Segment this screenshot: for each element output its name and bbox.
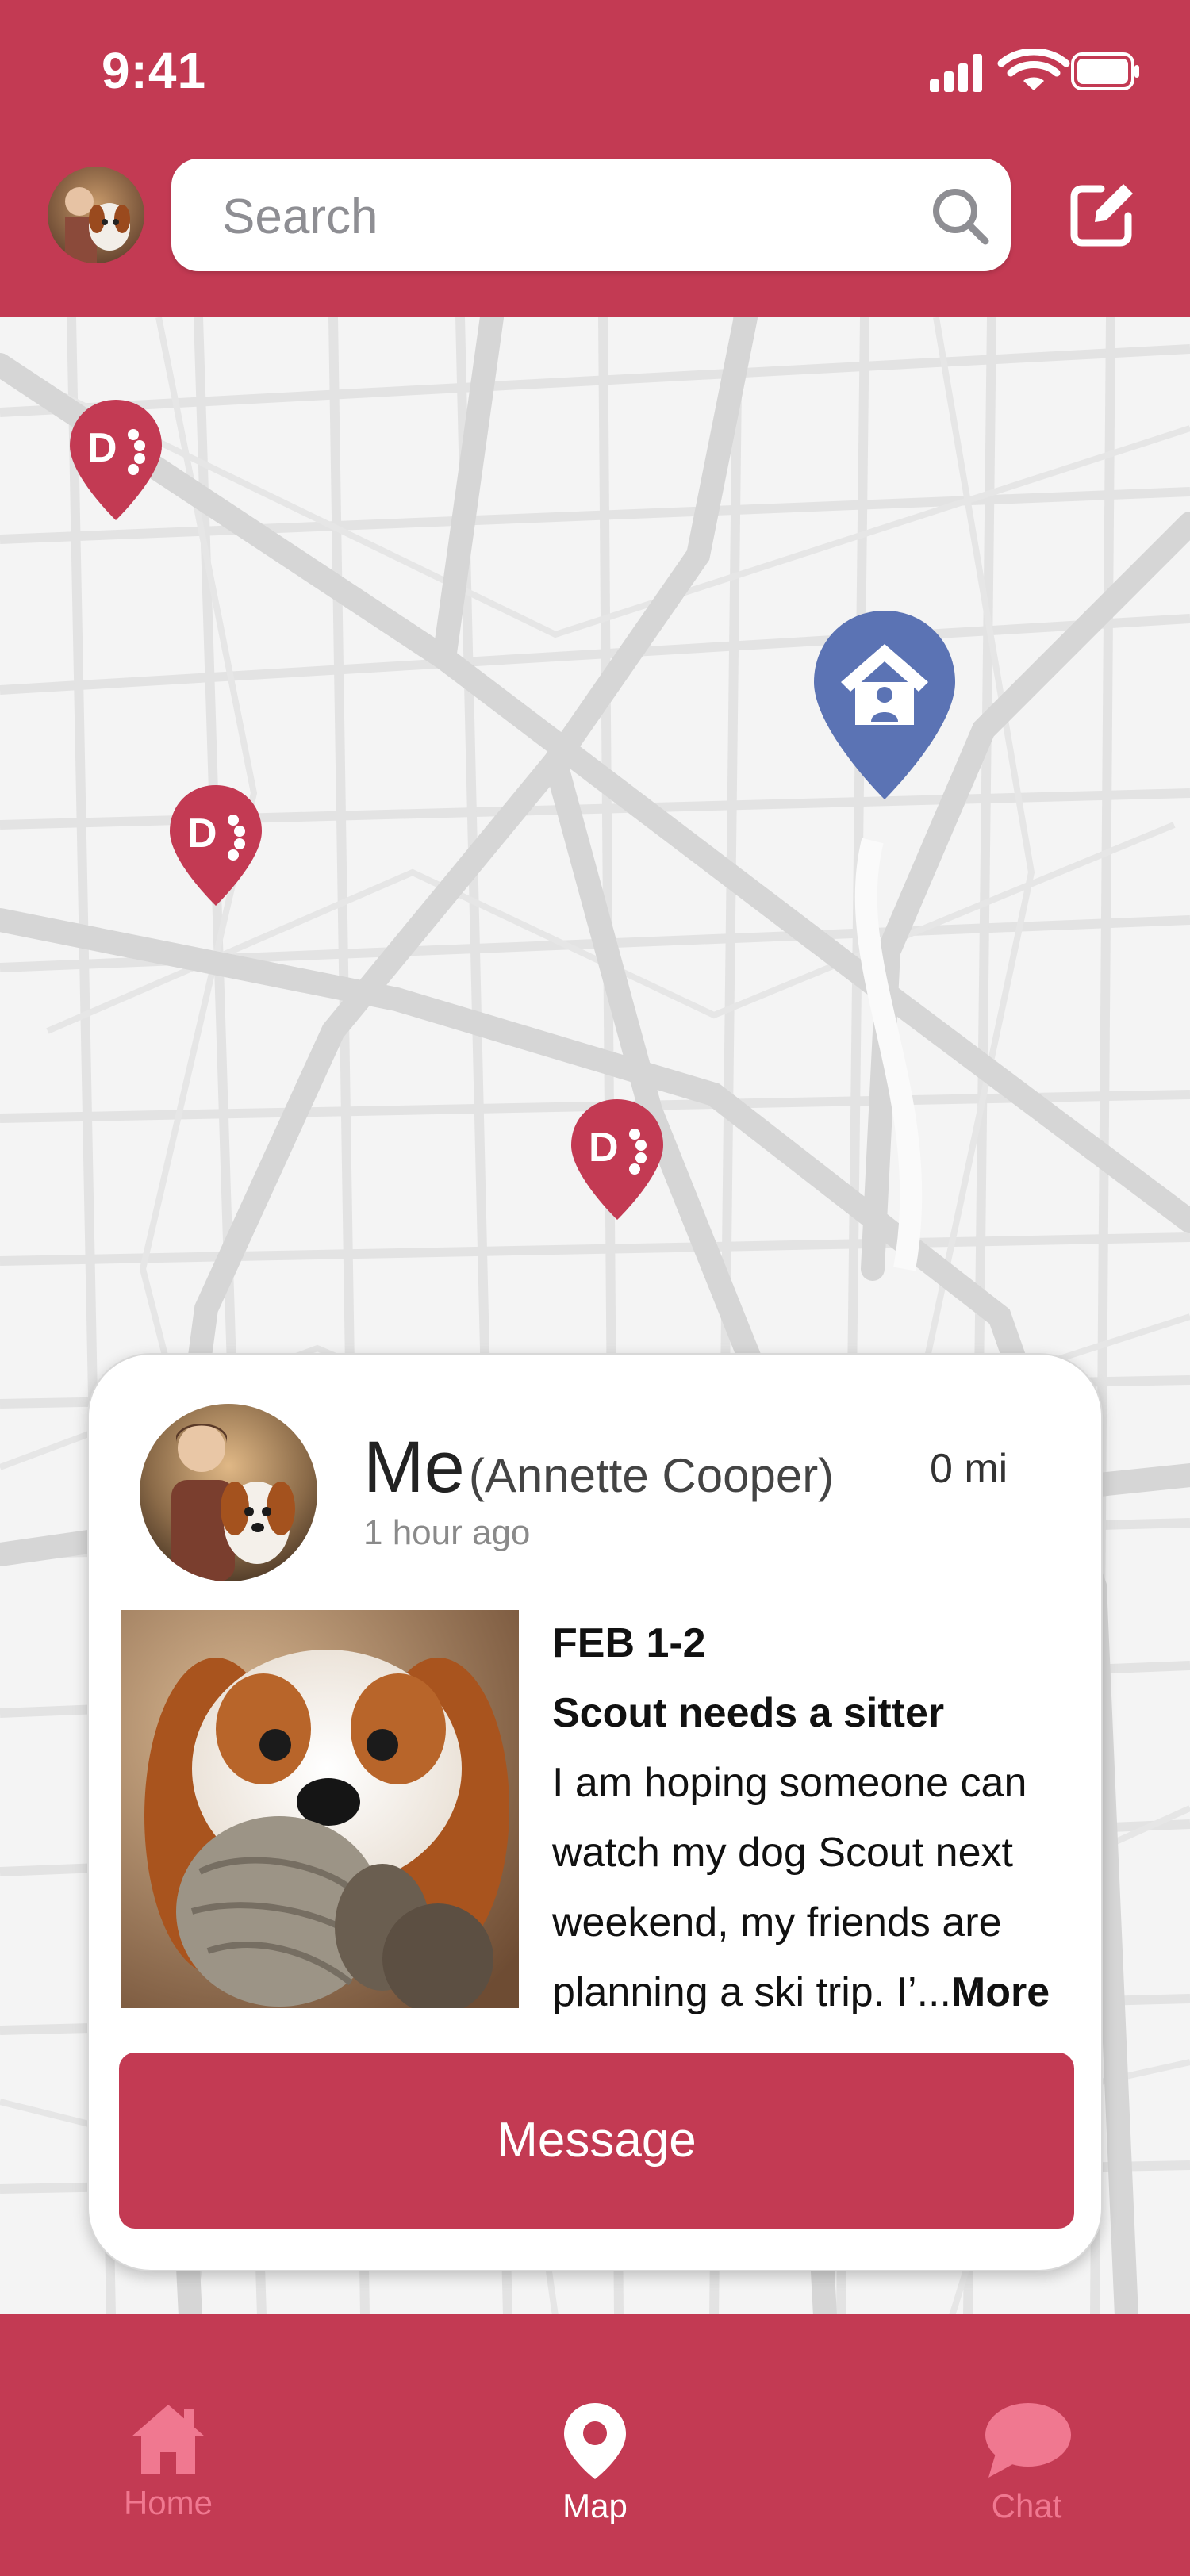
- compose-icon[interactable]: [1066, 179, 1138, 251]
- post-title: Scout needs a sitter: [552, 1690, 945, 1736]
- post-date: FEB 1-2: [552, 1620, 706, 1666]
- tab-chat[interactable]: Chat: [923, 2402, 1130, 2544]
- poster-name: Me: [363, 1427, 465, 1508]
- search-placeholder: Search: [222, 190, 378, 244]
- tab-bar: Home Map Chat: [0, 2314, 1190, 2576]
- map-pin-icon: [564, 2403, 626, 2479]
- top-bar: 9:41 Search: [0, 0, 1190, 317]
- dog-photo[interactable]: [121, 1610, 519, 2008]
- user-avatar[interactable]: [48, 167, 144, 263]
- poster-name-row: Me (Annette Cooper): [363, 1426, 834, 1509]
- dog-sitter-pin[interactable]: D: [167, 782, 265, 912]
- svg-text:D: D: [589, 1125, 619, 1171]
- chat-bubble-icon: [985, 2403, 1071, 2478]
- map-screen: D D D 9:41 Search Me (Annette Cooper) 0 …: [0, 0, 1190, 2576]
- status-icons: [930, 49, 1139, 92]
- post-timestamp: 1 hour ago: [363, 1513, 531, 1552]
- more-link[interactable]: More: [951, 1969, 1050, 2015]
- tab-map[interactable]: Map: [492, 2402, 698, 2544]
- poster-full-name: (Annette Cooper): [468, 1449, 835, 1502]
- tab-map-label: Map: [562, 2487, 628, 2524]
- dog-sitter-pin[interactable]: D: [67, 397, 165, 527]
- distance-label: 0 mi: [930, 1446, 1008, 1492]
- tab-home-label: Home: [123, 2484, 213, 2521]
- post-body-block: I am hoping someone can watch my dog Sco…: [552, 1748, 1092, 2027]
- signal-icon: [930, 54, 982, 92]
- post-card: Me (Annette Cooper) 0 mi 1 hour ago FEB …: [87, 1353, 1103, 2271]
- status-time: 9:41: [102, 42, 207, 99]
- tab-home[interactable]: Home: [65, 2402, 271, 2544]
- home-location-pin[interactable]: [809, 606, 960, 807]
- wifi-icon: [997, 49, 1070, 90]
- search-bar[interactable]: Search: [171, 159, 1011, 271]
- svg-text:D: D: [187, 811, 217, 857]
- tab-chat-label: Chat: [991, 2487, 1062, 2524]
- battery-icon: [1071, 52, 1139, 90]
- poster-avatar[interactable]: [140, 1404, 317, 1581]
- message-button[interactable]: Message: [119, 2053, 1074, 2229]
- dog-sitter-pin[interactable]: D: [568, 1096, 666, 1226]
- svg-text:D: D: [87, 425, 117, 471]
- post-content: FEB 1-2 Scout needs a sitter I am hoping…: [552, 1608, 1092, 2027]
- home-icon: [132, 2405, 205, 2474]
- search-icon[interactable]: [928, 184, 992, 247]
